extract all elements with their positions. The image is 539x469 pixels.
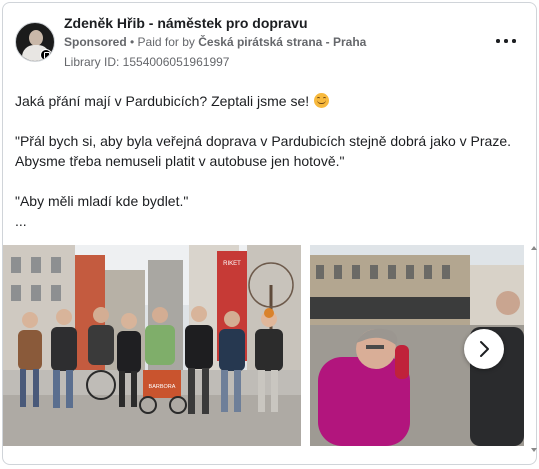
paid-for-prefix: • Paid for by [126,35,199,49]
svg-text:RIKET: RIKET [223,261,241,267]
payer-name: Česká pirátská strana - Praha [198,35,367,49]
smiling-face-emoji-icon [314,93,330,108]
scroll-up-arrow-icon[interactable] [531,246,537,250]
page-avatar[interactable] [15,22,55,62]
pirate-party-icon [40,49,52,61]
carousel-next-button[interactable] [464,329,504,369]
page-name-link[interactable]: Zdeněk Hřib - náměstek pro dopravu [64,15,308,31]
chevron-right-icon [480,341,489,357]
more-options-button[interactable] [494,31,518,51]
image-carousel: RIKET BARBORA [3,245,536,455]
scroll-down-arrow-icon[interactable] [531,448,537,452]
post-body: Jaká přání mají v Pardubicích? Zeptali j… [15,91,530,231]
post-quote-1: "Přál bych si, aby byla veřejná doprava … [15,133,512,169]
post-quote-2: "Aby měli mladí kde bydlet." [15,193,189,209]
ad-card: Zdeněk Hřib - náměstek pro dopravu Spons… [2,2,537,465]
post-line-1: Jaká přání mají v Pardubicích? Zeptali j… [15,91,530,111]
post-ellipsis: ... [15,213,27,229]
vertical-scrollbar[interactable] [530,246,537,452]
cargo-bike-sign: BARBORA [149,384,176,390]
library-id: Library ID: 1554006051961997 [64,55,230,69]
carousel-photo-group[interactable]: RIKET BARBORA [3,245,301,446]
sponsored-label: Sponsored [64,35,127,49]
sponsored-meta: Sponsored • Paid for by Česká pirátská s… [64,35,366,49]
